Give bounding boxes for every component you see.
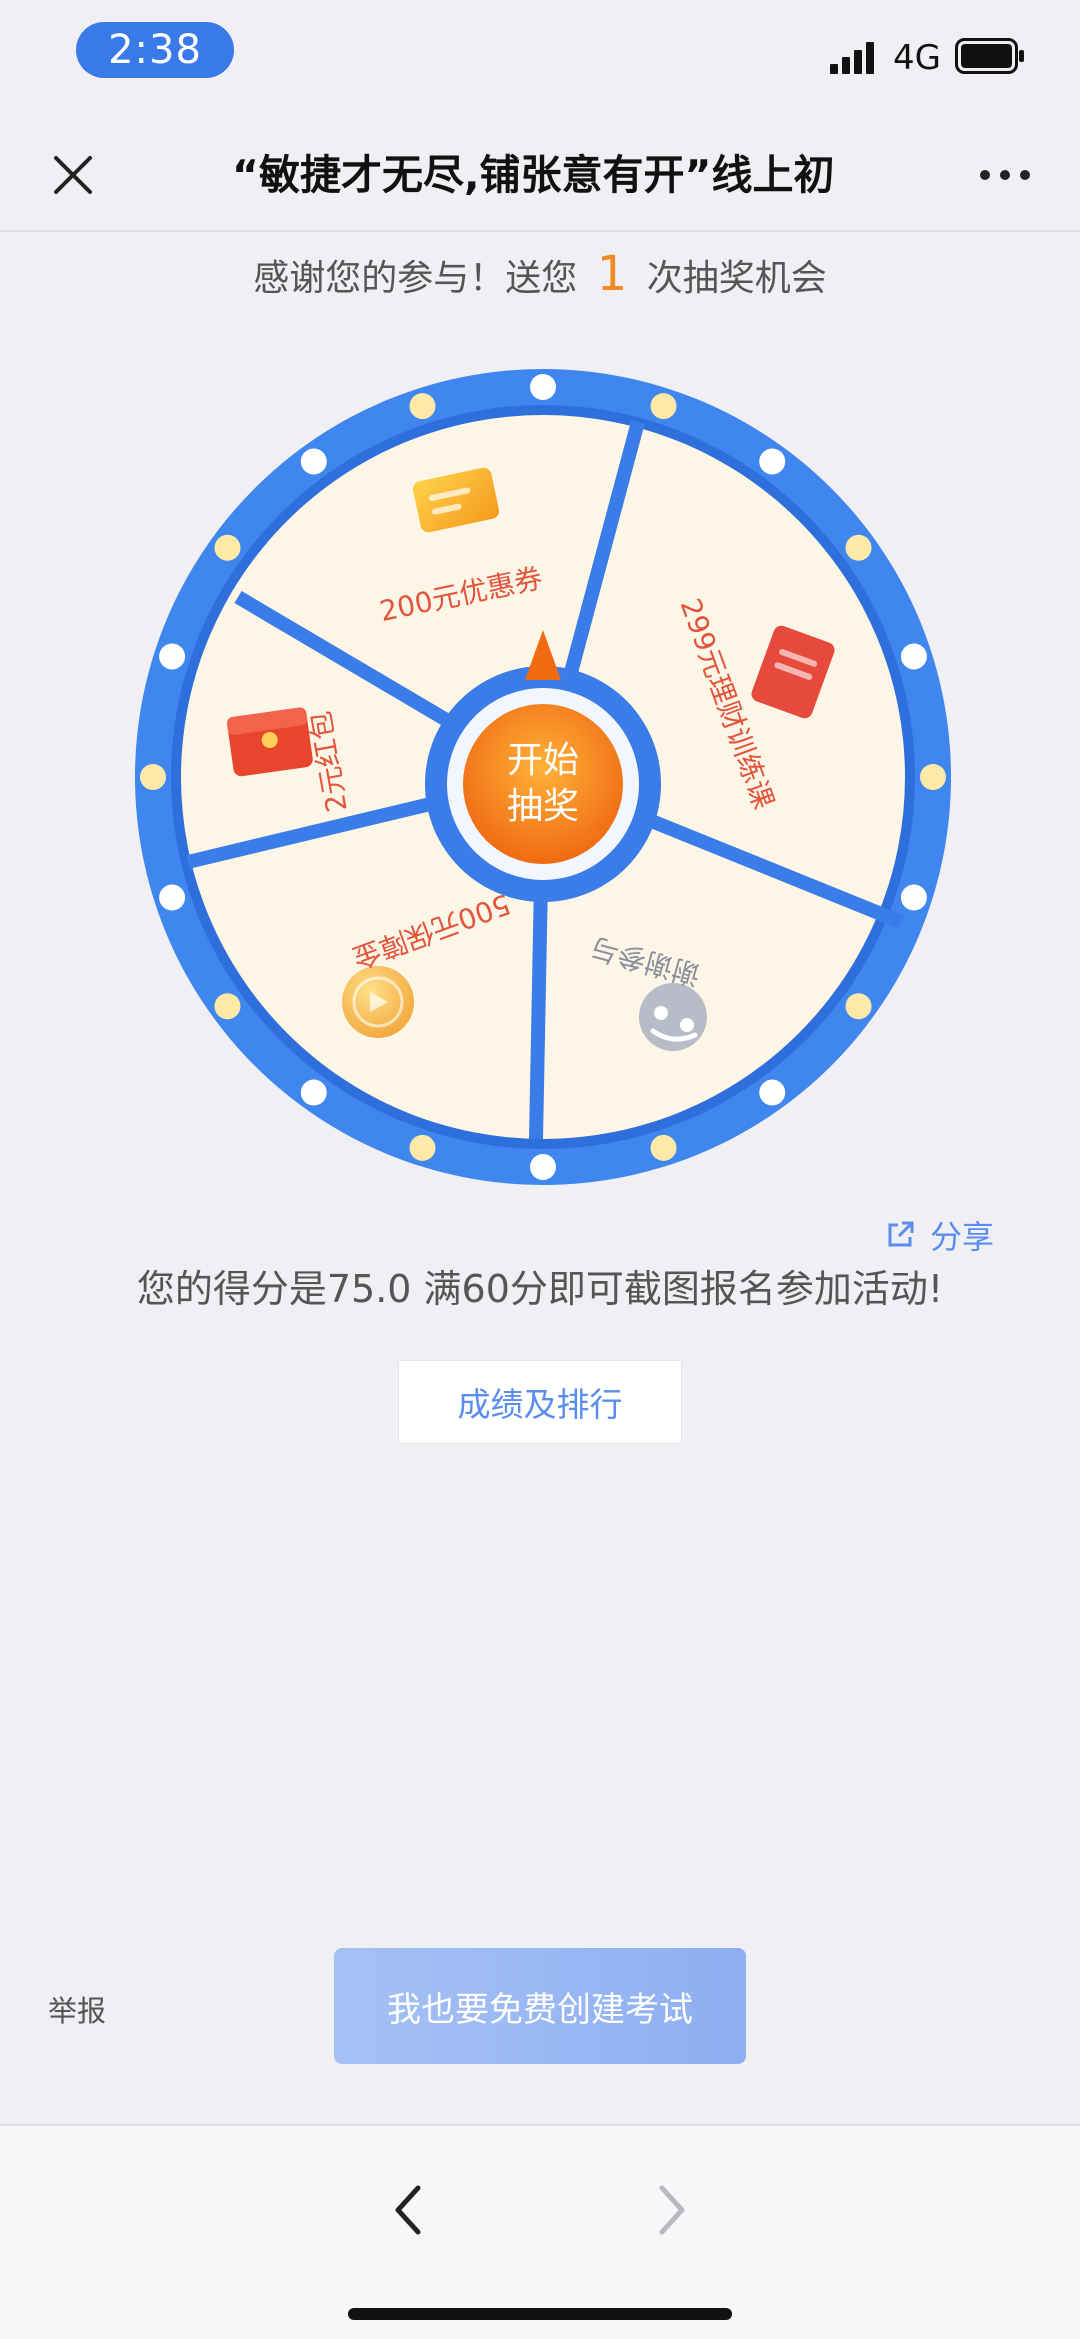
rank-button[interactable]: 成绩及排行 [398, 1360, 682, 1444]
rim-light [900, 884, 927, 911]
battery-icon [955, 38, 1024, 74]
share-icon [888, 1221, 914, 1247]
report-link[interactable]: 举报 [48, 1988, 106, 2030]
signal-icon [830, 42, 874, 74]
back-icon[interactable] [388, 2180, 428, 2240]
rim-light [140, 764, 166, 790]
start-label-line1: 开始 [507, 740, 579, 781]
create-exam-button[interactable]: 我也要免费创建考试 [334, 1948, 746, 2064]
rim-light [759, 1079, 786, 1106]
rim-light [409, 1134, 436, 1161]
rim-light [920, 764, 946, 790]
rim-light [650, 1134, 677, 1161]
more-icon[interactable] [970, 150, 1040, 200]
status-time: 2:38 [76, 22, 234, 78]
rim-light [409, 393, 436, 420]
rim-light [159, 884, 186, 911]
bottom-toolbar [0, 2124, 1080, 2339]
rim-light [845, 534, 872, 561]
rim-light [300, 1079, 327, 1106]
status-bar: 2:38 4G [0, 0, 1080, 120]
rim-light [300, 448, 327, 475]
rim-light [845, 993, 872, 1020]
rim-light [530, 374, 556, 400]
gift-icon [226, 707, 313, 777]
smiley-icon [639, 983, 707, 1051]
coin-icon [342, 966, 414, 1038]
network-label: 4G [893, 38, 941, 78]
rim-light [159, 643, 186, 670]
home-indicator [348, 2308, 732, 2320]
score-text: 您的得分是75.0 满60分即可截图报名参加活动! [136, 1267, 944, 1311]
lottery-tip-suffix: 次抽奖机会 [646, 258, 827, 299]
forward-icon[interactable] [652, 2180, 692, 2240]
rim-light [214, 993, 241, 1020]
share-button[interactable]: 分享 [884, 1212, 994, 1258]
prize-wheel: 200元优惠券 299元理财训练课 谢谢参与 500元保障金 2元红包 开始 抽… [135, 369, 951, 1185]
rim-light [759, 448, 786, 475]
close-icon[interactable] [40, 142, 106, 208]
rim-light [530, 1154, 556, 1180]
rim-light [214, 534, 241, 561]
share-label: 分享 [930, 1218, 995, 1256]
rim-light [650, 393, 677, 420]
start-label-line2: 抽奖 [507, 786, 579, 827]
lottery-chance-count: 1 [596, 246, 628, 302]
lottery-tip: 感谢您的参与！送您 1 次抽奖机会 [0, 246, 1080, 302]
navigation-bar: “敏捷才无尽,铺张意有开”线上初 [0, 120, 1080, 232]
rim-light [900, 643, 927, 670]
page-title: “敏捷才无尽,铺张意有开”线上初 [232, 151, 835, 199]
lottery-tip-prefix: 感谢您的参与！送您 [253, 258, 578, 299]
